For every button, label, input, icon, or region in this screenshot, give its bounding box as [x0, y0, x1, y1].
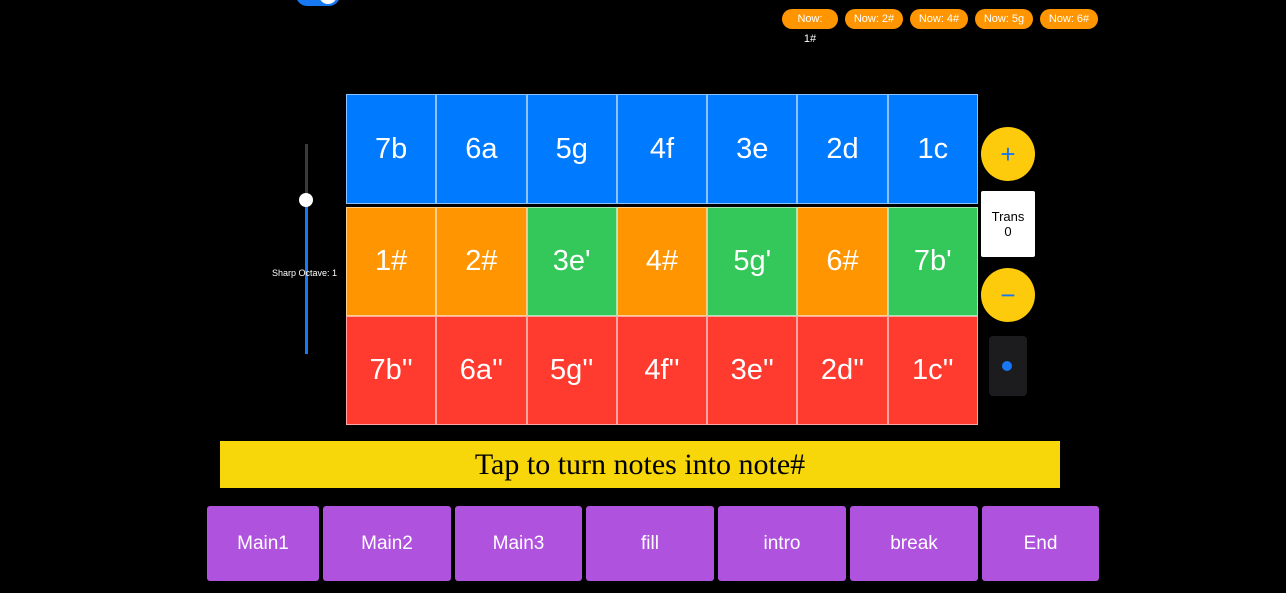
fill-button[interactable]: fill: [586, 506, 714, 581]
high-notes-row: 7b'' 6a'' 5g'' 4f'' 3e'' 2d'' 1c'': [346, 316, 978, 425]
intro-button[interactable]: intro: [718, 506, 846, 581]
note-key[interactable]: 6#: [797, 207, 888, 316]
note-key[interactable]: 7b: [346, 94, 437, 204]
note-key[interactable]: 7b': [887, 207, 978, 316]
toggle-knob: [319, 0, 337, 4]
sharp-mode-banner[interactable]: Tap to turn notes into note#: [220, 441, 1060, 488]
note-key[interactable]: 4f: [616, 94, 708, 204]
note-key[interactable]: 1c'': [887, 316, 978, 425]
note-key[interactable]: 6a: [436, 94, 527, 204]
indicator-button[interactable]: [989, 336, 1027, 396]
main3-button[interactable]: Main3: [455, 506, 582, 581]
dot-icon: [1002, 361, 1012, 371]
note-key[interactable]: 7b'': [346, 316, 437, 425]
end-button[interactable]: End: [982, 506, 1099, 581]
pattern-buttons: Main1 Main2 Main3 fill intro break End: [207, 506, 1099, 581]
note-key[interactable]: 4#: [616, 207, 708, 316]
natural-notes-row: 7b 6a 5g 4f 3e 2d 1c: [346, 94, 978, 204]
note-key[interactable]: 2d'': [797, 316, 888, 425]
sharp-notes-row: 1# 2# 3e' 4# 5g' 6# 7b': [346, 207, 978, 316]
break-button[interactable]: break: [850, 506, 978, 581]
transpose-label: Trans: [991, 209, 1025, 224]
note-key[interactable]: 1#: [346, 207, 437, 316]
mode-toggle[interactable]: [296, 0, 340, 6]
now-chip[interactable]: Now: 2#: [845, 9, 903, 29]
now-chip[interactable]: Now: 6#: [1040, 9, 1098, 29]
note-key[interactable]: 5g: [526, 94, 617, 204]
main1-button[interactable]: Main1: [207, 506, 319, 581]
transpose-down-button[interactable]: −: [981, 268, 1035, 322]
transpose-value: 0: [1004, 224, 1012, 239]
main2-button[interactable]: Main2: [323, 506, 451, 581]
note-key[interactable]: 1c: [887, 94, 978, 204]
note-key[interactable]: 3e': [526, 207, 617, 316]
now-chips: Now: 1# Now: 2# Now: 4# Now: 5g Now: 6#: [782, 9, 1098, 45]
note-key[interactable]: 3e'': [707, 316, 798, 425]
transpose-up-button[interactable]: +: [981, 127, 1035, 181]
note-key[interactable]: 2d: [797, 94, 888, 204]
note-key[interactable]: 6a'': [436, 316, 527, 425]
now-chip[interactable]: Now: 1#: [782, 9, 838, 45]
note-key[interactable]: 5g'': [526, 316, 617, 425]
transpose-display: Trans 0: [981, 191, 1035, 257]
now-chip[interactable]: Now: 5g: [975, 9, 1033, 29]
note-key[interactable]: 4f'': [616, 316, 708, 425]
note-grid: 7b 6a 5g 4f 3e 2d 1c 1# 2# 3e' 4# 5g' 6#…: [346, 94, 978, 425]
now-chip[interactable]: Now: 4#: [910, 9, 968, 29]
octave-slider-thumb[interactable]: [299, 193, 313, 207]
octave-slider-label: Sharp Octave: 1: [272, 268, 338, 278]
minus-icon: −: [1000, 280, 1016, 310]
note-key[interactable]: 5g': [707, 207, 798, 316]
note-key[interactable]: 2#: [436, 207, 527, 316]
plus-icon: +: [1000, 139, 1016, 169]
note-key[interactable]: 3e: [707, 94, 798, 204]
